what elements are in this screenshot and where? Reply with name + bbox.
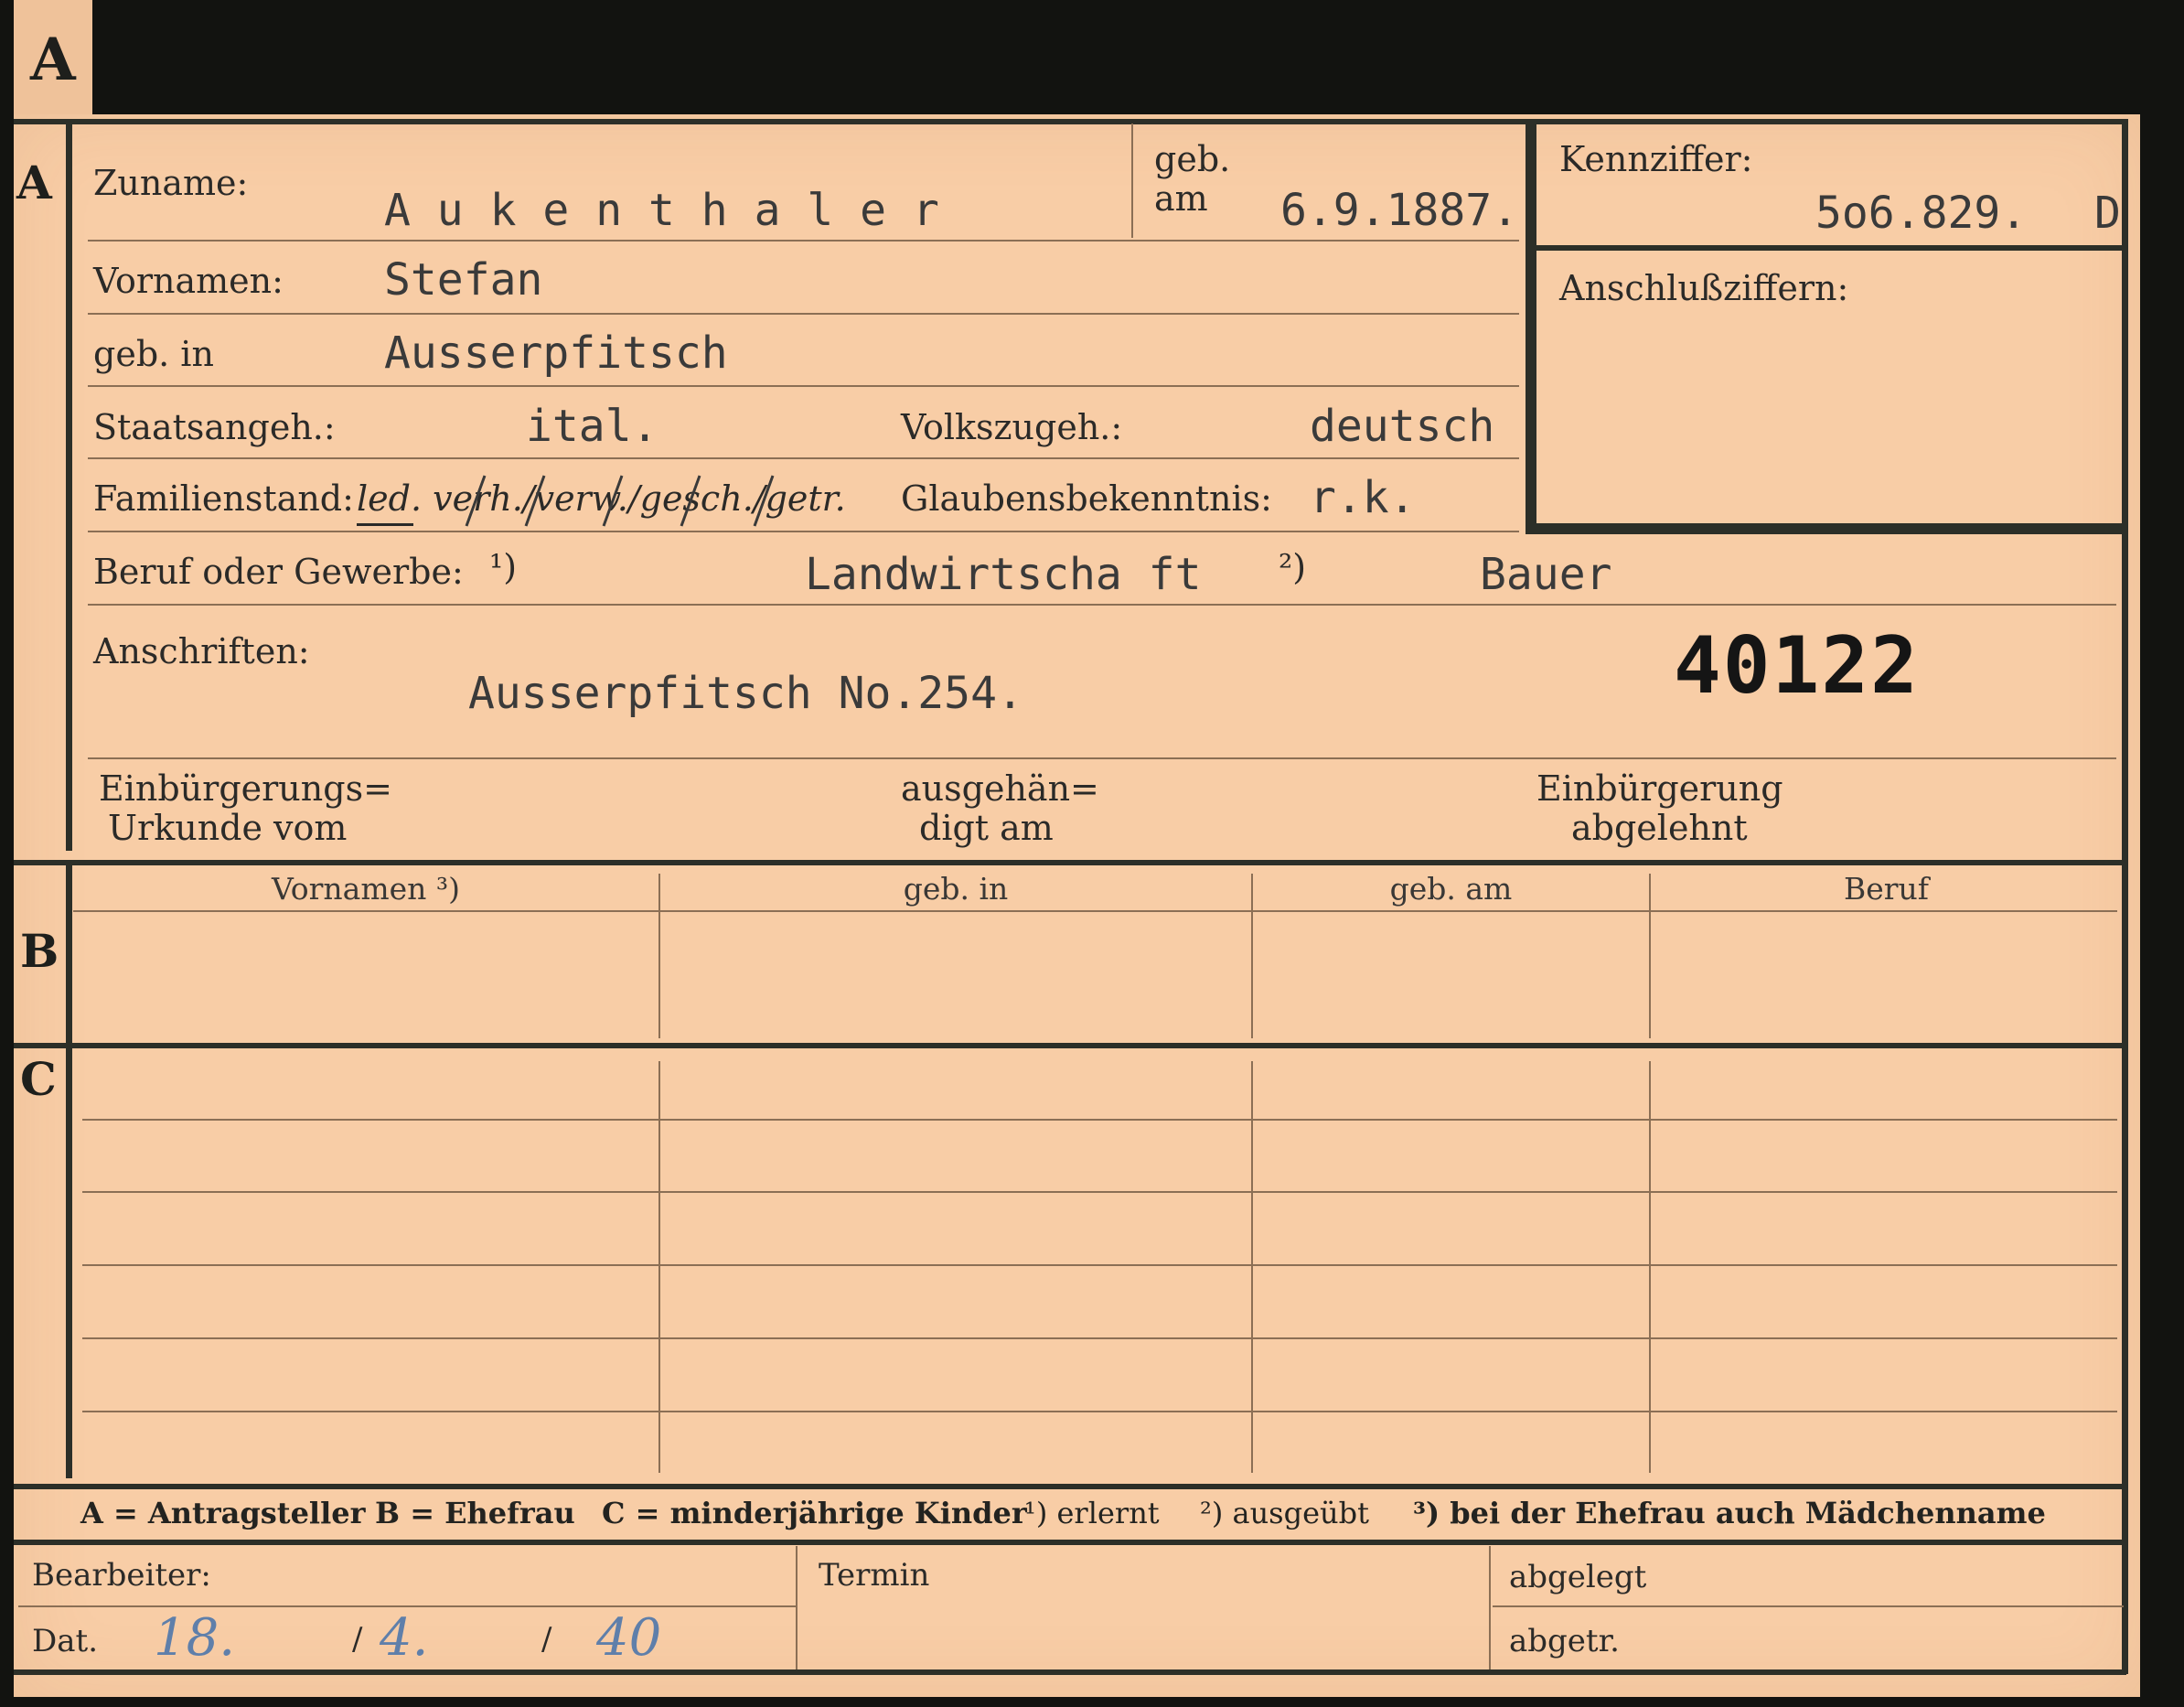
row-line [88, 313, 1519, 315]
value-beruf-erlernt: Landwirtscha ft [805, 549, 1202, 600]
date-year: 40 [596, 1608, 662, 1668]
tab-letter: A [30, 26, 76, 94]
label-geb-in: geb. in [93, 334, 214, 374]
label-volkszugeh: Volkszugeh.: [901, 407, 1123, 447]
label-dat: Dat. [32, 1623, 99, 1659]
legend-b: B = Ehefrau [375, 1496, 575, 1530]
value-vornamen: Stefan [384, 254, 543, 306]
value-volkszugeh: deutsch [1310, 401, 1495, 452]
label-einbuergerungs-2: Urkunde vom [108, 808, 348, 848]
header-underline [73, 910, 2117, 912]
footer-line [18, 1605, 796, 1607]
label-abgetr: abgetr. [1509, 1623, 1620, 1659]
row-line [82, 1337, 2117, 1339]
row-line [82, 1411, 2117, 1412]
label-staatsangeh: Staatsangeh.: [93, 407, 336, 447]
kennziffer-divider [1526, 245, 2122, 251]
footer-divider [796, 1546, 798, 1669]
row-line [88, 240, 1519, 242]
row-line [88, 757, 2116, 759]
stamp-number: 40122 [1674, 620, 1920, 712]
row-line [88, 457, 1519, 459]
header-geb-am: geb. am [1389, 871, 1513, 907]
top-border [14, 119, 2126, 124]
label-abgelegt: abgelegt [1509, 1559, 1647, 1595]
footnote-mark-2: ²) [1279, 547, 1307, 587]
value-geb-in: Ausserpfitsch [384, 327, 728, 379]
row-line [82, 1119, 2117, 1121]
row-line [82, 1191, 2117, 1193]
legend-note-3: ³) bei der Ehefrau auch Mädchenname [1413, 1496, 2046, 1530]
value-kennziffer: 5o6.829. [1815, 188, 2028, 239]
label-einbuergerungs-1: Einbürgerungs= [99, 768, 392, 809]
date-sep-2: / [541, 1621, 552, 1658]
label-beruf: Beruf oder Gewerbe: [93, 552, 464, 592]
row-line [88, 385, 1519, 387]
section-c-left-rule [66, 1048, 72, 1478]
value-glaubensbekenntnis: r.k. [1310, 472, 1416, 523]
date-month: 4. [380, 1608, 429, 1668]
section-b-left-rule [66, 864, 72, 1043]
row-line [88, 604, 2116, 606]
strikethrough-marks [465, 475, 775, 527]
label-glaubensbekenntnis: Glaubensbekenntnis: [901, 478, 1272, 519]
section-a-bottom [14, 860, 2126, 865]
label-familienstand: Familienstand: [93, 478, 354, 519]
section-a-left-rule [66, 119, 72, 851]
section-c-bottom [14, 1484, 2126, 1489]
label-ausgehaendigt-2: digt am [919, 808, 1054, 848]
label-geb-am-2: am [1154, 178, 1208, 219]
label-einbuergerung-1: Einbürgerung [1536, 768, 1783, 809]
legend-note-2: ²) ausgeübt [1200, 1496, 1369, 1530]
date-sep-1: / [352, 1621, 363, 1658]
label-vornamen: Vornamen: [93, 261, 284, 301]
section-b-letter: B [20, 924, 59, 978]
legend-note-1: ¹) erlernt [1024, 1496, 1160, 1530]
footnote-mark-1: ¹) [489, 547, 518, 587]
legend-bottom [14, 1540, 2126, 1545]
label-ausgehaendigt-1: ausgehän= [901, 768, 1099, 809]
kennziffer-box-bottom [1526, 523, 2122, 534]
header-beruf: Beruf [1843, 871, 1930, 907]
section-c-letter: C [20, 1052, 57, 1106]
value-geb-am: 6.9.1887. [1280, 185, 1519, 236]
legend-a: A = Antragsteller [80, 1496, 366, 1530]
value-anschrift: Ausserpfitsch No.254. [468, 668, 1023, 719]
value-zuname: A u k e n t h a l e r [384, 185, 939, 236]
legend-c: C = minderjährige Kinder [602, 1496, 1027, 1530]
kennziffer-box-left [1526, 119, 1536, 531]
label-anschlussziffern: Anschlußziffern: [1559, 268, 1849, 308]
label-einbuergerung-2: abgelehnt [1571, 808, 1748, 848]
bottom-border [14, 1669, 2126, 1675]
date-day: 18. [154, 1608, 236, 1668]
header-geb-in: geb. in [903, 871, 1009, 907]
geb-am-divider [1131, 123, 1133, 238]
header-vornamen: Vornamen ³) [271, 871, 461, 907]
right-border [2122, 119, 2128, 1674]
section-b-bottom [14, 1043, 2126, 1048]
label-bearbeiter: Bearbeiter: [32, 1557, 211, 1594]
row-line [82, 1264, 2117, 1266]
footer-line [1493, 1605, 2124, 1607]
card-tab: A [14, 0, 92, 119]
section-a-letter: A [16, 156, 52, 209]
footer-divider [1489, 1546, 1491, 1669]
label-termin: Termin [819, 1557, 930, 1594]
label-geb-am-1: geb. [1154, 139, 1231, 179]
familienstand-underline [357, 523, 413, 526]
value-kennziffer-suffix: D [2094, 188, 2121, 239]
value-beruf-ausgeuebt: Bauer [1480, 549, 1612, 600]
label-zuname: Zuname: [93, 163, 249, 203]
value-staatsangeh: ital. [526, 401, 658, 452]
label-kennziffer: Kennziffer: [1559, 139, 1753, 179]
label-anschriften: Anschriften: [93, 631, 310, 671]
